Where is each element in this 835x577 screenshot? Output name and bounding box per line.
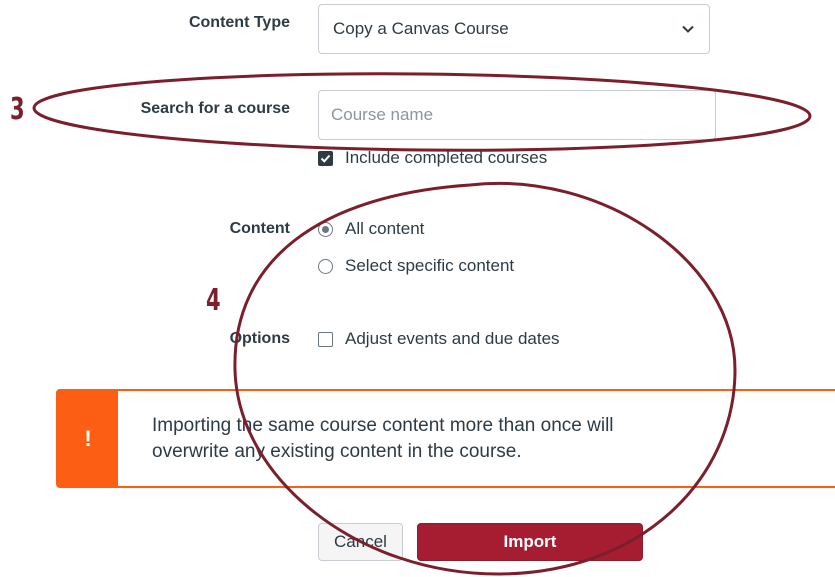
course-search-input[interactable]: [318, 90, 716, 140]
annotation-number-4: 4: [206, 283, 221, 318]
annotation-overlay: [32, 72, 812, 576]
content-label: Content: [229, 220, 290, 237]
radio-specific-content-label: Select specific content: [345, 256, 515, 275]
annotation-circle-4: [233, 181, 737, 576]
include-completed-label: Include completed courses: [345, 148, 548, 167]
cancel-button[interactable]: Cancel: [318, 523, 403, 561]
annotation-number-3: 3: [10, 92, 25, 127]
warning-message-line2: overwrite any existing content in the co…: [152, 441, 522, 462]
adjust-dates-checkbox[interactable]: [318, 331, 333, 347]
warning-message-line1: Importing the same course content more t…: [152, 415, 614, 436]
content-type-select[interactable]: Copy a Canvas Course: [318, 4, 710, 54]
include-completed-row[interactable]: Include completed courses: [318, 148, 547, 168]
overwrite-warning-alert: ! Importing the same course content more…: [56, 389, 835, 488]
radio-all-content-label: All content: [345, 219, 425, 238]
radio-specific-content-button[interactable]: [318, 258, 333, 274]
checkmark-icon: [320, 154, 331, 163]
adjust-dates-label: Adjust events and due dates: [345, 329, 560, 348]
import-button[interactable]: Import: [417, 523, 643, 561]
chevron-down-icon: [682, 25, 694, 33]
warning-icon: !: [58, 391, 118, 486]
radio-all-content[interactable]: All content: [318, 219, 424, 239]
include-completed-checkbox[interactable]: [318, 150, 333, 166]
content-type-value: Copy a Canvas Course: [333, 19, 509, 38]
options-label: Options: [229, 330, 290, 347]
adjust-dates-row[interactable]: Adjust events and due dates: [318, 329, 560, 349]
radio-all-content-button[interactable]: [318, 221, 333, 237]
content-type-label: Content Type: [188, 14, 290, 31]
search-course-label: Search for a course: [140, 100, 290, 117]
warning-message: Importing the same course content more t…: [118, 391, 752, 486]
radio-specific-content[interactable]: Select specific content: [318, 256, 514, 276]
